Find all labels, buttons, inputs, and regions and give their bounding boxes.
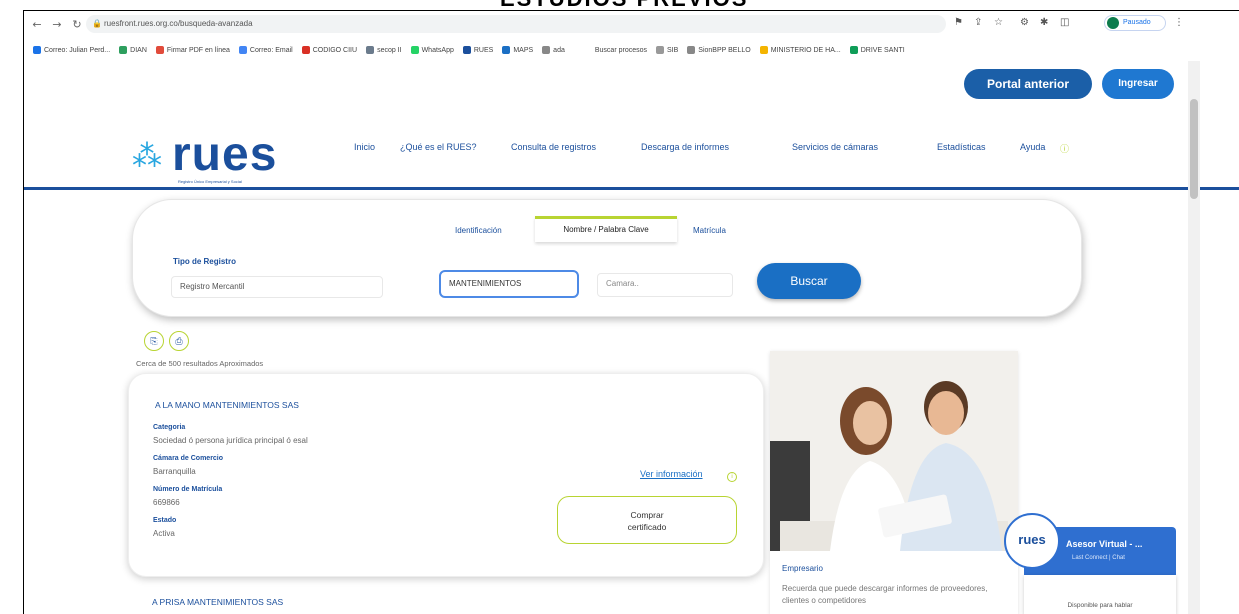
tab-matricula[interactable]: Matrícula <box>693 226 726 235</box>
result-company-name[interactable]: A LA MANO MANTENIMIENTOS SAS <box>155 400 299 410</box>
bookmark-item[interactable]: MAPS <box>502 46 533 54</box>
categoria-label: Categoria <box>153 424 186 431</box>
menu-icon[interactable]: ⋮ <box>1174 17 1184 28</box>
export-pdf-icon[interactable]: ⎙ <box>169 331 189 351</box>
back-icon[interactable]: ← <box>30 18 44 32</box>
avatar <box>1107 17 1119 29</box>
translate-icon[interactable]: ⚑ <box>954 17 963 28</box>
bookmarks-bar: Correo: Julian Perd... DIAN Firmar PDF e… <box>24 41 1239 59</box>
browser-window: ← → ↻ 🔒 ruesfront.rues.org.co/busqueda-a… <box>23 10 1239 614</box>
bookmark-star-icon[interactable]: ☆ <box>994 17 1003 28</box>
puzzle-icon[interactable]: ✱ <box>1040 17 1048 28</box>
matricula-value: 669866 <box>153 498 180 507</box>
ingresar-button[interactable]: Ingresar <box>1102 69 1174 99</box>
bookmark-item[interactable]: MINISTERIO DE HA... <box>759 46 841 54</box>
nav-item-descarga[interactable]: Descarga de informes <box>641 142 729 152</box>
page-scrollbar[interactable] <box>1188 61 1200 614</box>
tipo-registro-select[interactable]: Registro Mercantil <box>171 276 383 298</box>
bookmark-item[interactable]: Correo: Julian Perd... <box>33 46 110 54</box>
export-excel-icon[interactable]: ⎘ <box>144 331 164 351</box>
bookmark-item[interactable]: WhatsApp <box>410 46 454 54</box>
address-bar[interactable]: 🔒 ruesfront.rues.org.co/busqueda-avanzad… <box>86 15 946 33</box>
sidepanel-icon[interactable]: ◫ <box>1060 17 1069 28</box>
camara-input[interactable]: Camara.. <box>597 273 733 297</box>
info-icon: i <box>727 472 737 482</box>
profile-chip[interactable]: Pausado <box>1104 15 1166 31</box>
extension-icon[interactable]: ⚙ <box>1020 17 1029 28</box>
matricula-label: Número de Matrícula <box>153 486 223 493</box>
result-company-name[interactable]: A PRISA MANTENIMIENTOS SAS <box>152 597 283 607</box>
chat-availability: Disponible para hablar <box>1024 575 1176 614</box>
business-people-image <box>770 351 1018 551</box>
tab-nombre-palabra-clave[interactable]: Nombre / Palabra Clave <box>535 216 677 242</box>
camara-label: Cámara de Comercio <box>153 455 224 462</box>
estado-value: Activa <box>153 529 175 538</box>
promo-card: Empresario Recuerda que puede descargar … <box>770 351 1018 614</box>
chat-avatar: rues <box>1004 513 1060 569</box>
nav-item-ayuda[interactable]: Ayuda <box>1020 142 1045 152</box>
share-icon[interactable]: ⇪ <box>974 17 982 28</box>
reload-icon[interactable]: ↻ <box>70 18 84 32</box>
url-text: ruesfront.rues.org.co/busqueda-avanzada <box>104 19 253 28</box>
nav-item-consulta[interactable]: Consulta de registros <box>511 142 596 152</box>
tipo-registro-label: Tipo de Registro <box>173 257 236 266</box>
bookmark-item[interactable]: SionBPP BELLO <box>687 46 751 54</box>
bookmark-item[interactable]: DIAN <box>119 46 147 54</box>
bookmark-item[interactable]: RUES <box>462 46 493 54</box>
portal-anterior-button[interactable]: Portal anterior <box>964 69 1092 99</box>
promo-photo <box>770 351 1018 551</box>
promo-text: Recuerda que puede descargar informes de… <box>782 584 988 605</box>
bookmark-item[interactable]: Buscar procesos <box>595 47 647 54</box>
bookmark-item[interactable]: CODIGO CIIU <box>301 46 357 54</box>
chat-widget[interactable]: Asesor Virtual - ... Last Connect | Chat… <box>1004 513 1176 614</box>
logo-mark-icon: ⁂ <box>132 139 162 174</box>
bookmark-item[interactable]: ada <box>542 46 565 54</box>
document-heading: ESTUDIOS PREVIOS <box>0 0 1239 10</box>
comprar-certificado-button[interactable]: Comprar certificado <box>557 496 737 544</box>
scrollbar-thumb[interactable] <box>1190 99 1198 199</box>
nav-item-inicio[interactable]: Inicio <box>354 142 375 152</box>
header-divider <box>24 187 1239 190</box>
ver-informacion-link[interactable]: Ver información <box>640 469 703 479</box>
results-count: Cerca de 500 resultados Aproximados <box>136 359 264 368</box>
camara-value: Barranquilla <box>153 467 196 476</box>
result-card: A LA MANO MANTENIMIENTOS SAS Categoria S… <box>128 373 764 577</box>
nav-item-estadisticas[interactable]: Estadísticas <box>937 142 986 152</box>
lock-icon: 🔒 <box>92 19 102 28</box>
forward-icon[interactable]: → <box>50 18 64 32</box>
rues-logo[interactable]: ⁂ rues Registro Único Empresarial y Soci… <box>132 128 292 191</box>
chat-agent-name: Asesor Virtual - ... <box>1066 539 1143 549</box>
estado-label: Estado <box>153 517 177 524</box>
bookmark-item[interactable]: secop II <box>366 46 402 54</box>
nav-item-servicios[interactable]: Servicios de cámaras <box>792 142 878 152</box>
bookmark-item[interactable]: SIB <box>656 46 678 54</box>
nav-item-que-es[interactable]: ¿Qué es el RUES? <box>400 142 477 152</box>
categoria-value: Sociedad ó persona jurídica principal ó … <box>153 436 308 445</box>
tab-identificacion[interactable]: Identificación <box>455 226 502 235</box>
buscar-button[interactable]: Buscar <box>757 263 861 299</box>
bookmark-item[interactable]: Firmar PDF en línea <box>155 46 230 54</box>
help-icon: ⓘ <box>1060 144 1070 154</box>
bookmark-item[interactable]: DRIVE SANTI <box>849 46 905 54</box>
search-panel: Identificación Nombre / Palabra Clave Ma… <box>132 199 1082 317</box>
bookmark-item[interactable]: Correo: Email <box>238 46 293 54</box>
keyword-input[interactable]: MANTENIMIENTOS <box>439 270 579 298</box>
chat-status: Last Connect | Chat <box>1072 555 1125 561</box>
promo-title: Empresario <box>782 564 823 573</box>
